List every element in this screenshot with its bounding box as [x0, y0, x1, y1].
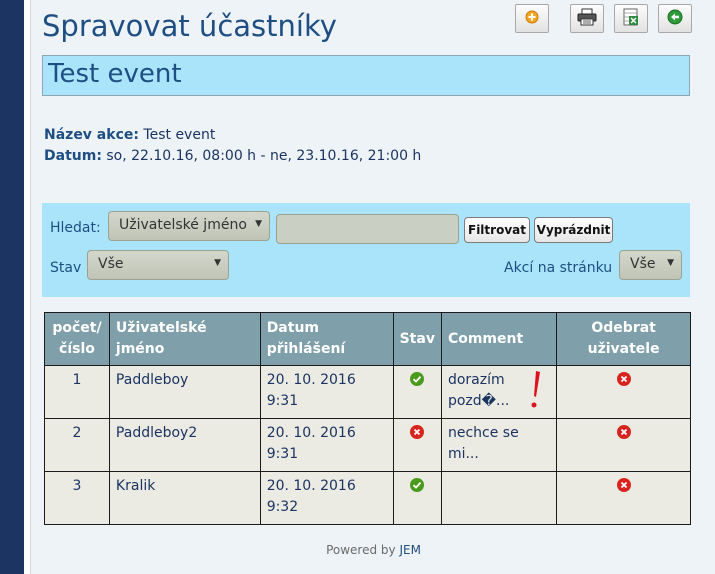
per-page-label: Akcí na stránku — [504, 260, 613, 276]
row-number: 1 — [44, 365, 110, 419]
event-name-label: Název akce: — [44, 127, 139, 143]
header-status[interactable]: Stav — [392, 312, 442, 366]
filter-panel: Hledat: Uživatelské jméno ▼ Filtrovat Vy… — [42, 203, 690, 297]
row-number: 2 — [44, 418, 110, 472]
status-select[interactable]: Vše ▼ — [87, 250, 229, 280]
remove-user-icon[interactable] — [616, 478, 631, 492]
row-status[interactable] — [392, 471, 442, 525]
header-number[interactable]: počet/ číslo — [44, 312, 110, 366]
status-ok-icon — [410, 478, 425, 492]
row-comment: nechce se mi... — [440, 418, 558, 472]
row-remove[interactable] — [556, 471, 691, 525]
status-ok-icon — [410, 372, 425, 386]
search-field-select-value: Uživatelské jméno — [119, 217, 247, 233]
remove-user-icon[interactable] — [616, 372, 631, 386]
header-remove-user: Odebrat uživatele — [556, 312, 691, 366]
per-page-select[interactable]: Vše ▼ — [619, 250, 682, 280]
page-background — [0, 0, 24, 574]
main-panel: Spravovat účastníky Test event Název akc… — [30, 0, 715, 574]
event-date-row: Datum: so, 22.10.16, 08:00 h - ne, 23.10… — [44, 148, 421, 164]
footer-powered-by: Powered by JEM — [31, 543, 715, 557]
jem-link[interactable]: JEM — [399, 543, 420, 557]
print-icon — [577, 8, 597, 30]
event-name-value: Test event — [143, 127, 216, 143]
per-page-select-value: Vše — [630, 256, 656, 272]
row-date: 20. 10. 2016 9:31 — [259, 365, 394, 419]
participants-table: počet/ číslo Uživatelské jméno Datum při… — [44, 312, 691, 525]
row-number: 3 — [44, 471, 110, 525]
exclamation-icon — [530, 370, 542, 417]
back-icon — [667, 9, 683, 29]
add-icon — [525, 9, 539, 28]
row-username[interactable]: Paddleboy2 — [108, 418, 261, 472]
status-label: Stav — [50, 260, 82, 276]
row-remove[interactable] — [556, 365, 691, 419]
export-excel-icon — [622, 8, 640, 30]
event-date-value: so, 22.10.16, 08:00 h - ne, 23.10.16, 21… — [106, 148, 422, 164]
table-row: 1 Paddleboy 20. 10. 2016 9:31 dorazím po… — [44, 365, 691, 419]
filter-button[interactable]: Filtrovat — [464, 217, 530, 243]
header-username[interactable]: Uživatelské jméno — [108, 312, 261, 366]
row-remove[interactable] — [556, 418, 691, 472]
clear-button[interactable]: Vyprázdnit — [534, 217, 613, 243]
print-button[interactable] — [570, 4, 604, 33]
back-button[interactable] — [658, 4, 692, 33]
chevron-down-icon: ▼ — [667, 258, 674, 268]
search-field-select[interactable]: Uživatelské jméno ▼ — [108, 211, 270, 241]
row-comment-text: dorazím pozd�... — [447, 372, 510, 409]
table-header-row: počet/ číslo Uživatelské jméno Datum při… — [44, 312, 691, 366]
table-row: 3 Kralik 20. 10. 2016 9:32 — [44, 471, 691, 525]
header-comment: Comment — [440, 312, 558, 366]
event-title-bar: Test event — [42, 55, 690, 96]
row-status[interactable] — [392, 365, 442, 419]
chevron-down-icon: ▼ — [214, 258, 221, 268]
page-title: Spravovat účastníky — [42, 9, 337, 43]
search-input[interactable] — [276, 214, 459, 244]
row-username[interactable]: Paddleboy — [108, 365, 261, 419]
event-date-label: Datum: — [44, 148, 102, 164]
add-button[interactable] — [515, 4, 549, 33]
row-comment — [440, 471, 558, 525]
chevron-down-icon: ▼ — [255, 219, 262, 229]
row-status[interactable] — [392, 418, 442, 472]
export-button[interactable] — [614, 4, 648, 33]
header-registration-date[interactable]: Datum přihlášení — [259, 312, 394, 366]
status-no-icon — [410, 425, 425, 439]
row-username[interactable]: Kralik — [108, 471, 261, 525]
table-row: 2 Paddleboy2 20. 10. 2016 9:31 nechce se… — [44, 418, 691, 472]
row-date: 20. 10. 2016 9:32 — [259, 471, 394, 525]
row-comment: dorazím pozd�... — [440, 365, 558, 419]
row-date: 20. 10. 2016 9:31 — [259, 418, 394, 472]
powered-by-text: Powered by — [326, 543, 396, 557]
event-name-row: Název akce: Test event — [44, 127, 215, 143]
remove-user-icon[interactable] — [616, 425, 631, 439]
search-label: Hledat: — [50, 220, 101, 236]
status-select-value: Vše — [98, 256, 124, 272]
